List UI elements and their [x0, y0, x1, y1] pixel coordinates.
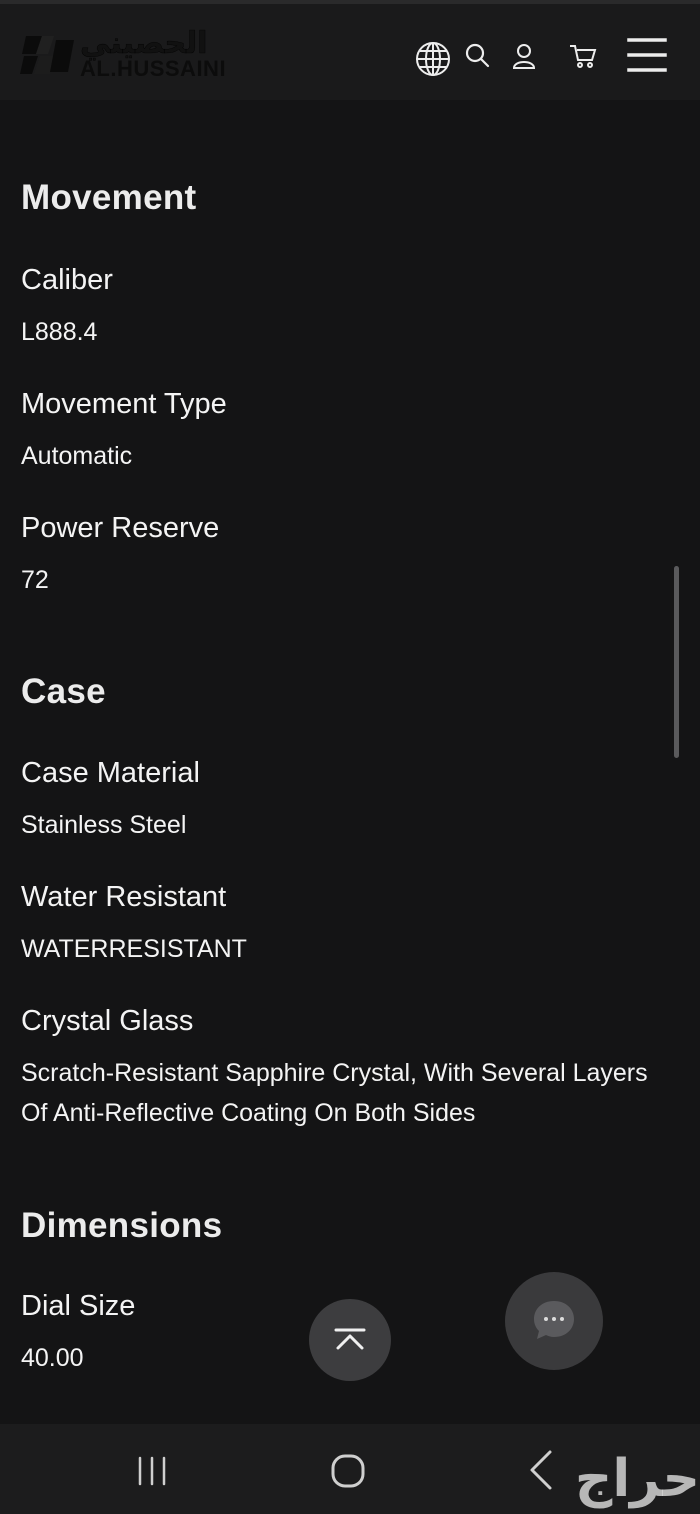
- spec-value-power-reserve: 72: [21, 566, 49, 594]
- spec-label-water-resistant: Water Resistant: [21, 881, 227, 913]
- back-icon[interactable]: [520, 1448, 560, 1492]
- globe-icon[interactable]: [414, 40, 452, 78]
- spec-label-crystal-glass: Crystal Glass: [21, 1005, 194, 1037]
- product-specs-page: الحصيني AL.HUSSAINI Movement Caliber L88…: [0, 0, 700, 1514]
- brand-logo[interactable]: الحصيني AL.HUSSAINI: [20, 26, 240, 82]
- spec-label-movement-type: Movement Type: [21, 388, 227, 420]
- spec-value-case-material: Stainless Steel: [21, 811, 187, 839]
- chat-button[interactable]: [505, 1272, 603, 1370]
- home-icon[interactable]: [329, 1452, 367, 1490]
- scroll-to-top-button[interactable]: [309, 1299, 391, 1381]
- spec-label-power-reserve: Power Reserve: [21, 512, 220, 544]
- spec-value-water-resistant: WATERRESISTANT: [21, 935, 247, 963]
- section-title-case: Case: [21, 672, 106, 711]
- user-icon[interactable]: [510, 42, 538, 70]
- cart-icon[interactable]: [568, 42, 598, 70]
- spec-value-crystal-glass: Scratch-Resistant Sapphire Crystal, With…: [21, 1059, 648, 1127]
- section-title-dimensions: Dimensions: [21, 1206, 223, 1245]
- spec-label-dial-size: Dial Size: [21, 1290, 136, 1322]
- logo-latin-text: AL.HUSSAINI: [80, 56, 227, 81]
- logo-mark-icon: [20, 36, 74, 74]
- chat-bubble-icon: [534, 1301, 574, 1339]
- search-icon[interactable]: [463, 42, 491, 70]
- chevron-up-bar-icon: [334, 1328, 366, 1350]
- recent-apps-icon[interactable]: [134, 1454, 172, 1488]
- section-title-movement: Movement: [21, 178, 197, 217]
- spec-value-movement-type: Automatic: [21, 442, 133, 470]
- site-header: الحصيني AL.HUSSAINI: [0, 0, 700, 100]
- system-navigation-bar: حراج: [0, 1424, 700, 1514]
- spec-label-caliber: Caliber: [21, 264, 113, 296]
- menu-icon[interactable]: [626, 36, 668, 74]
- page-scrollbar[interactable]: [674, 566, 679, 758]
- spec-label-case-material: Case Material: [21, 757, 200, 789]
- spec-value-caliber: L888.4: [21, 318, 98, 346]
